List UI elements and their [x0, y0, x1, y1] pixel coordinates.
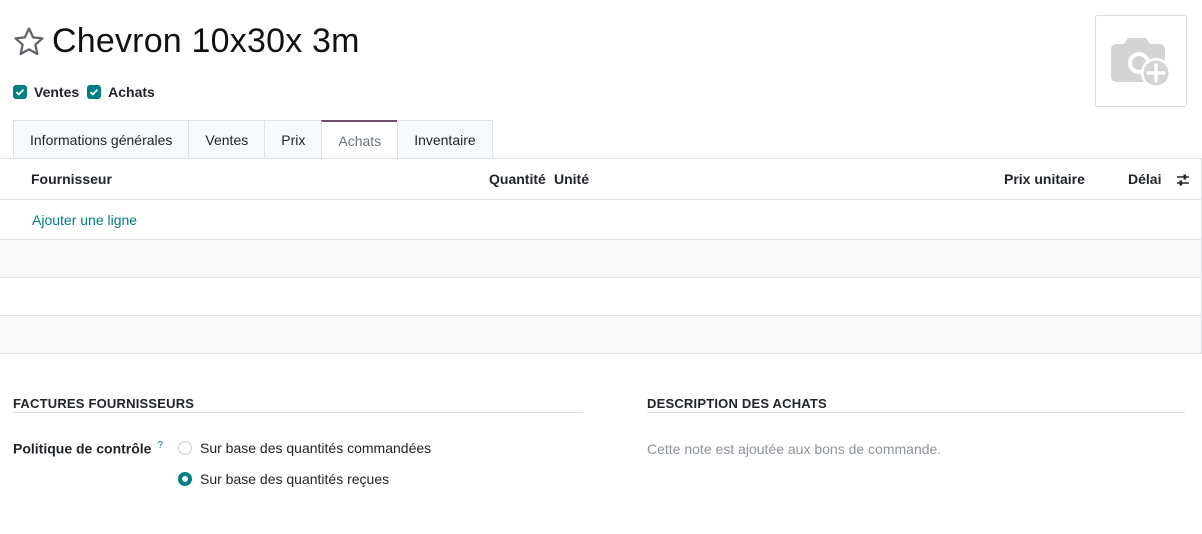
product-title[interactable]: Chevron 10x30x 3m	[52, 22, 360, 61]
radio-unchecked-icon[interactable]	[178, 441, 192, 455]
checkbox-checked-icon[interactable]	[13, 85, 27, 99]
title-row: Chevron 10x30x 3m	[12, 22, 360, 61]
column-vendor[interactable]: Fournisseur	[31, 171, 112, 187]
radio-ordered-label: Sur base des quantités commandées	[200, 440, 432, 456]
checkbox-checked-icon[interactable]	[87, 85, 102, 99]
radio-checked-icon[interactable]	[178, 472, 192, 486]
notebook-tabs: Informations générales Ventes Prix Achat…	[13, 120, 493, 160]
vendor-bills-title: FACTURES FOURNISSEURS	[13, 396, 195, 411]
table-row	[0, 316, 1202, 354]
column-unit[interactable]: Unité	[554, 171, 589, 187]
control-policy-text: Politique de contrôle	[13, 440, 152, 457]
table-row	[0, 240, 1202, 278]
product-options: Ventes Achats	[13, 84, 163, 100]
vendor-table-header: Fournisseur Quantité Unité Prix unitaire…	[0, 159, 1202, 200]
section-separator	[13, 412, 583, 413]
camera-plus-icon	[1111, 38, 1171, 88]
radio-received-quantities[interactable]: Sur base des quantités reçues	[178, 471, 389, 487]
product-image-upload[interactable]	[1095, 15, 1187, 107]
section-separator	[647, 412, 1185, 413]
column-unit-price[interactable]: Prix unitaire	[1004, 171, 1085, 187]
sale-ok-checkbox[interactable]: Ventes	[13, 84, 79, 100]
sale-ok-label: Ventes	[34, 84, 80, 100]
add-line-link[interactable]: Ajouter une ligne	[32, 212, 137, 228]
help-tooltip-icon[interactable]: ?	[157, 440, 163, 451]
purchase-ok-label: Achats	[108, 84, 155, 100]
tab-general-information[interactable]: Informations générales	[13, 120, 190, 158]
radio-ordered-quantities[interactable]: Sur base des quantités commandées	[178, 440, 431, 456]
tab-sales[interactable]: Ventes	[188, 120, 266, 158]
tab-price[interactable]: Prix	[264, 120, 323, 158]
column-lead-time[interactable]: Délai	[1128, 171, 1161, 187]
control-policy-label: Politique de contrôle?	[13, 440, 163, 457]
star-icon[interactable]	[12, 25, 46, 59]
column-settings-icon[interactable]	[1176, 173, 1190, 187]
purchase-description-field[interactable]: Cette note est ajoutée aux bons de comma…	[647, 441, 941, 457]
column-quantity[interactable]: Quantité	[489, 171, 546, 187]
radio-received-label: Sur base des quantités reçues	[200, 471, 390, 487]
table-row	[0, 278, 1202, 316]
tab-inventory[interactable]: Inventaire	[397, 120, 493, 158]
purchase-description-title: DESCRIPTION DES ACHATS	[647, 396, 827, 411]
table-row: Ajouter une ligne	[0, 200, 1202, 240]
tab-purchase[interactable]: Achats	[321, 120, 399, 160]
purchase-ok-checkbox[interactable]: Achats	[87, 84, 155, 100]
